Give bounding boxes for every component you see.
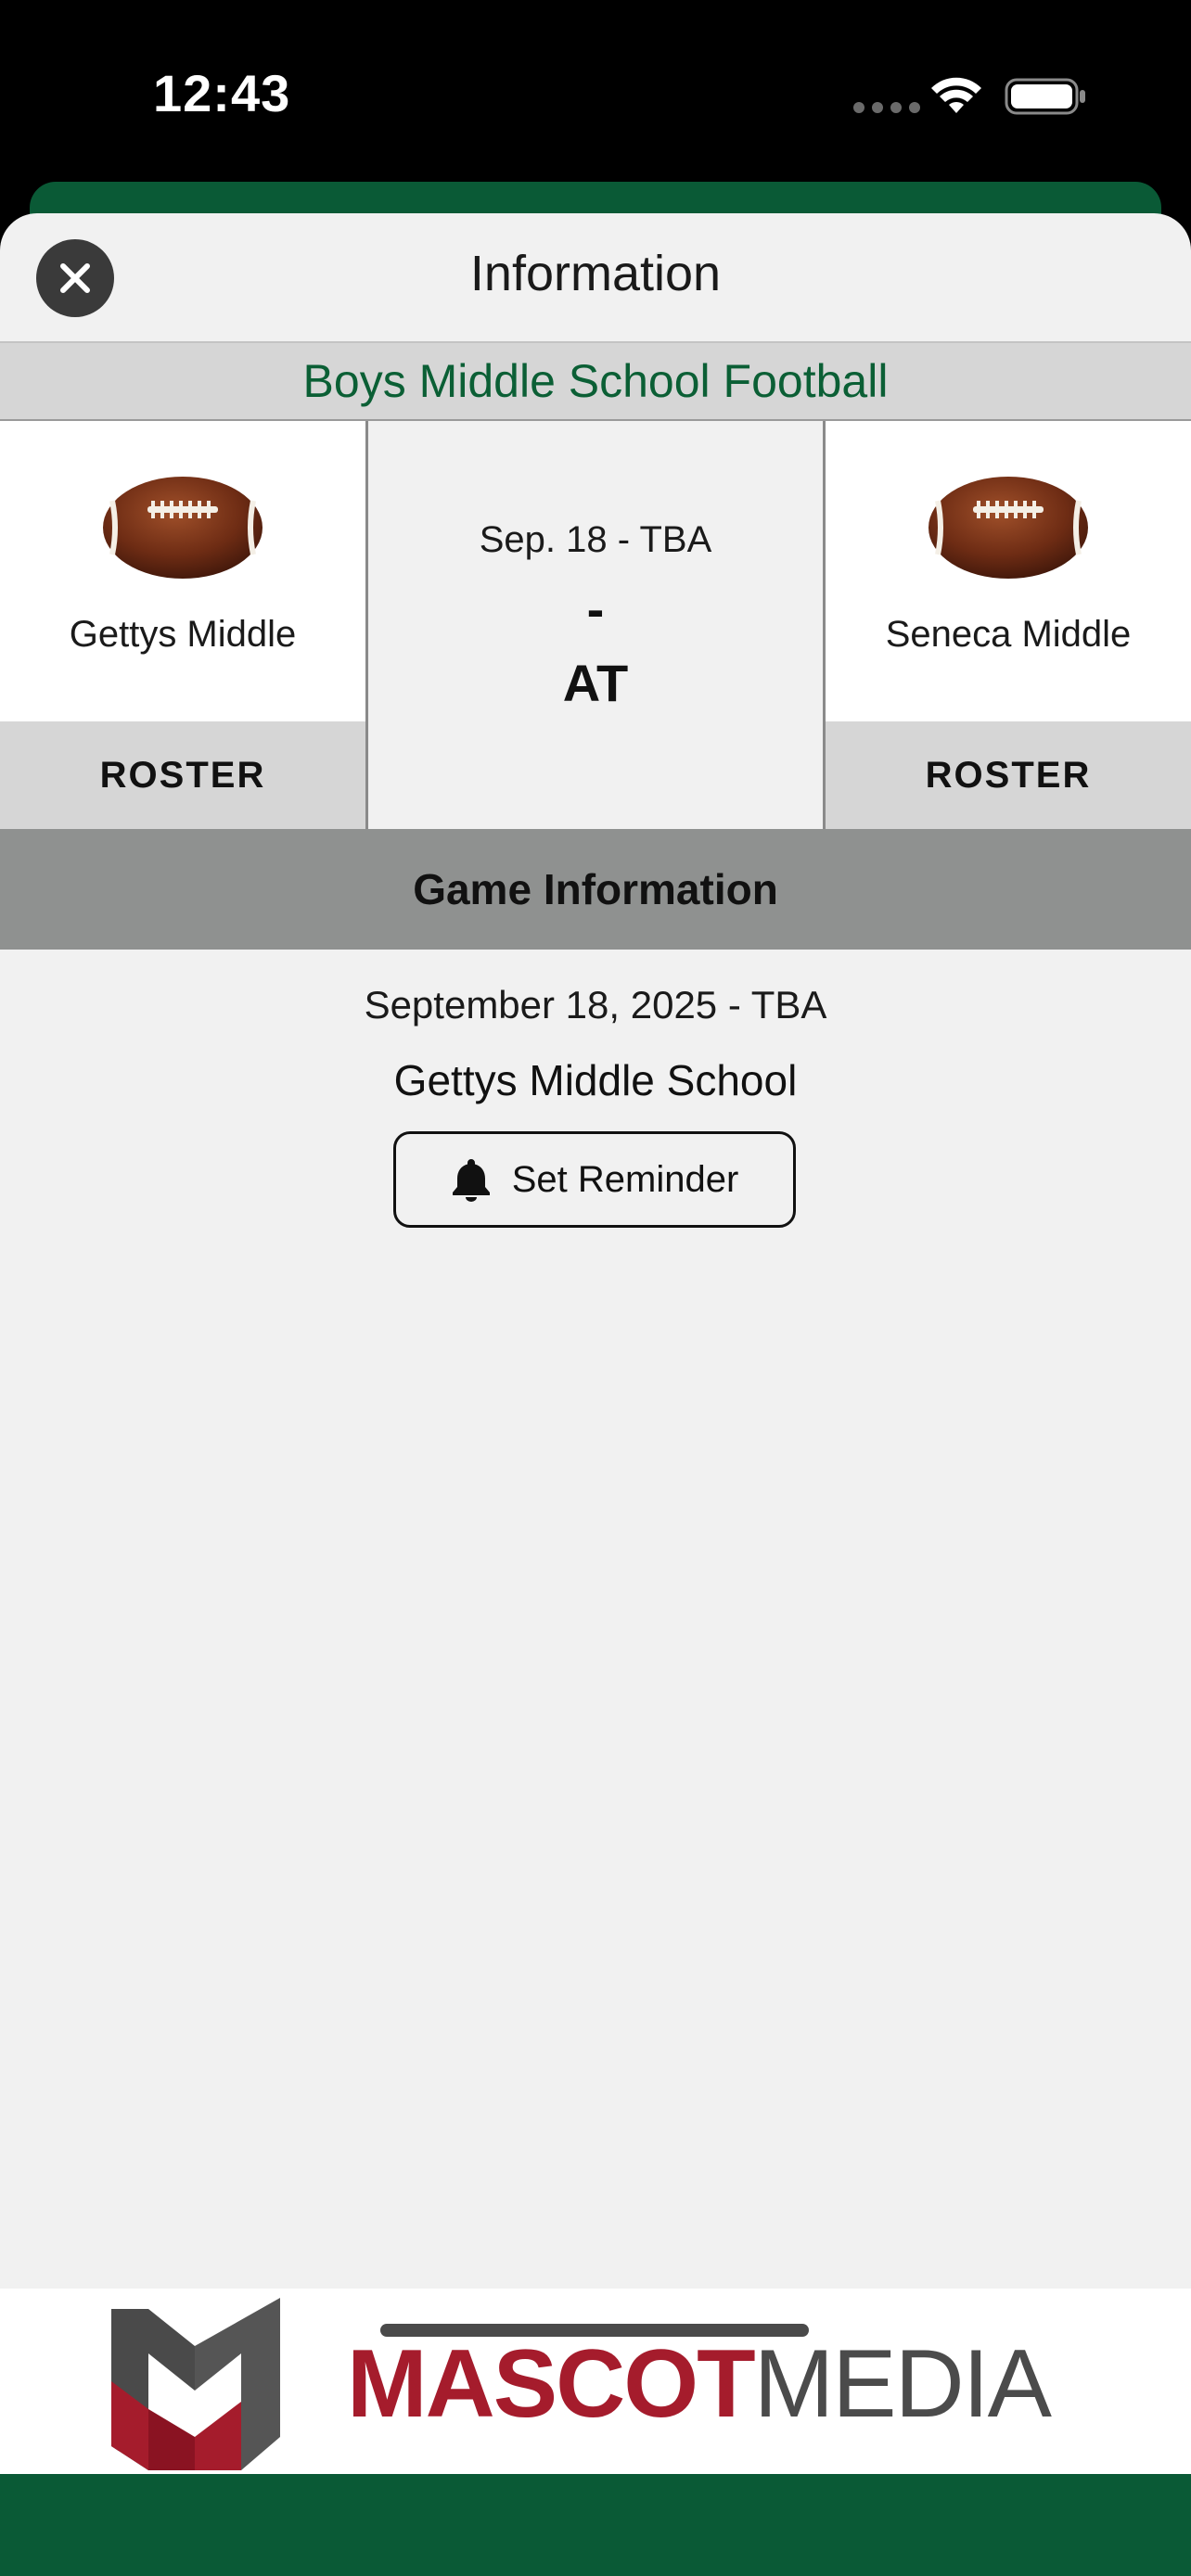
bell-icon bbox=[452, 1159, 490, 1202]
game-date-time: Sep. 18 - TBA bbox=[479, 519, 712, 560]
football-icon bbox=[103, 477, 263, 579]
sponsor-banner[interactable]: MASCOTMEDIA bbox=[0, 2289, 1191, 2474]
home-team-name: Gettys Middle bbox=[69, 614, 297, 655]
game-venue: Gettys Middle School bbox=[393, 1056, 798, 1104]
battery-icon bbox=[1005, 78, 1085, 115]
page-title: Information bbox=[469, 246, 722, 301]
game-full-date: September 18, 2025 - TBA bbox=[364, 983, 827, 1027]
sheet-header: Information bbox=[0, 213, 1191, 341]
sport-title: Boys Middle School Football bbox=[0, 341, 1191, 421]
set-reminder-button[interactable]: Set Reminder bbox=[393, 1131, 796, 1228]
footer-bar bbox=[0, 2474, 1191, 2576]
away-team-name: Seneca Middle bbox=[885, 614, 1132, 655]
game-score: - bbox=[586, 580, 605, 638]
status-time: 12:43 bbox=[153, 64, 291, 122]
football-icon bbox=[928, 477, 1088, 579]
away-roster-button[interactable]: ROSTER bbox=[826, 721, 1191, 829]
game-information-header: Game Information bbox=[0, 829, 1191, 950]
mascot-media-logo bbox=[111, 2298, 280, 2470]
status-bar: 12:43 bbox=[0, 0, 1191, 185]
sponsor-wordmark-part1: MASCOT bbox=[347, 2330, 756, 2438]
sponsor-wordmark: MASCOTMEDIA bbox=[347, 2330, 1052, 2438]
cellular-signal-icon bbox=[853, 102, 920, 113]
away-team: Seneca Middle ROSTER bbox=[826, 421, 1191, 829]
home-team: Gettys Middle ROSTER bbox=[0, 421, 365, 829]
home-indicator[interactable] bbox=[380, 2324, 809, 2337]
wifi-icon bbox=[931, 77, 981, 113]
at-label: AT bbox=[562, 654, 629, 712]
set-reminder-label: Set Reminder bbox=[511, 1158, 739, 1200]
home-roster-button[interactable]: ROSTER bbox=[0, 721, 365, 829]
information-sheet: Information Boys Middle School Football bbox=[0, 213, 1191, 2576]
game-summary: Sep. 18 - TBA - AT bbox=[365, 421, 826, 829]
sponsor-wordmark-part2: MEDIA bbox=[753, 2330, 1052, 2438]
matchup: Gettys Middle ROSTER Sep. 18 - TBA - AT bbox=[0, 421, 1191, 829]
